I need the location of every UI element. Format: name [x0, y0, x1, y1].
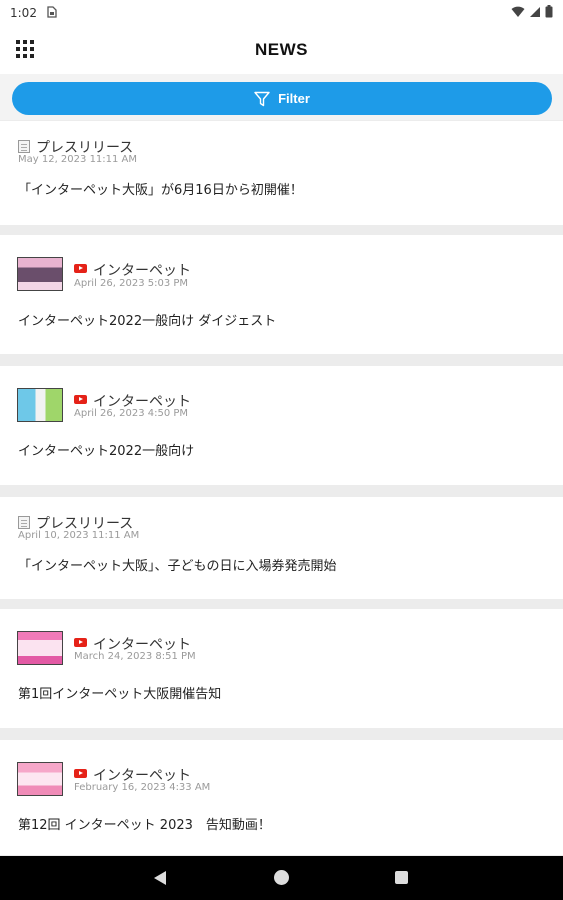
news-item[interactable]: プレスリリース May 12, 2023 11:11 AM 「インターペット大阪… — [0, 121, 563, 225]
wifi-icon — [511, 6, 525, 21]
news-headline: 第1回インターペット大阪開催告知 — [18, 687, 222, 702]
news-date: April 10, 2023 11:11 AM — [18, 530, 140, 541]
news-headline: 第12回 インターペット 2023 告知動画！ — [18, 818, 271, 833]
video-thumbnail — [17, 631, 63, 665]
sim-card-icon — [47, 5, 57, 21]
news-headline: 「インターペット大阪」が6月16日から初開催！ — [18, 183, 303, 198]
video-thumbnail — [17, 257, 63, 291]
news-source: インターペット — [93, 263, 191, 279]
news-item[interactable]: インターペット April 26, 2023 5:03 PM インターペット20… — [0, 235, 563, 354]
battery-icon — [545, 5, 553, 21]
news-item[interactable]: プレスリリース April 10, 2023 11:11 AM 「インターペット… — [0, 497, 563, 599]
signal-icon — [529, 6, 541, 21]
news-item[interactable]: インターペット March 24, 2023 8:51 PM 第1回インターペッ… — [0, 609, 563, 728]
apps-grid-icon[interactable] — [16, 40, 38, 62]
youtube-icon — [74, 264, 87, 273]
document-icon — [18, 140, 30, 153]
filter-label: Filter — [278, 91, 310, 106]
news-headline: 「インターペット大阪」、子どもの日に入場券発売開始 — [18, 559, 337, 574]
news-headline: インターペット2022一般向け — [18, 444, 195, 459]
video-thumbnail — [17, 762, 63, 796]
filter-area: Filter — [0, 74, 563, 120]
back-icon[interactable] — [154, 871, 166, 885]
system-nav-bar — [0, 856, 563, 900]
home-icon[interactable] — [274, 870, 289, 885]
app-bar: NEWS — [0, 26, 563, 74]
filter-button[interactable]: Filter — [12, 82, 552, 115]
funnel-icon — [254, 91, 270, 106]
video-thumbnail — [17, 388, 63, 422]
news-item[interactable]: インターペット April 26, 2023 4:50 PM インターペット20… — [0, 366, 563, 485]
youtube-icon — [74, 769, 87, 778]
news-item[interactable]: インターペット February 16, 2023 4:33 AM 第12回 イ… — [0, 740, 563, 855]
document-icon — [18, 516, 30, 529]
youtube-icon — [74, 638, 87, 647]
news-date: April 26, 2023 5:03 PM — [74, 278, 189, 289]
news-date: April 26, 2023 4:50 PM — [74, 408, 189, 419]
page-title: NEWS — [255, 40, 308, 59]
news-date: February 16, 2023 4:33 AM — [74, 782, 211, 793]
news-date: March 24, 2023 8:51 PM — [74, 651, 196, 662]
news-headline: インターペット2022一般向け ダイジェスト — [18, 314, 277, 329]
status-time: 1:02 — [10, 6, 37, 20]
news-date: May 12, 2023 11:11 AM — [18, 154, 138, 165]
status-bar: 1:02 — [0, 0, 563, 26]
recents-icon[interactable] — [395, 871, 408, 884]
youtube-icon — [74, 395, 87, 404]
